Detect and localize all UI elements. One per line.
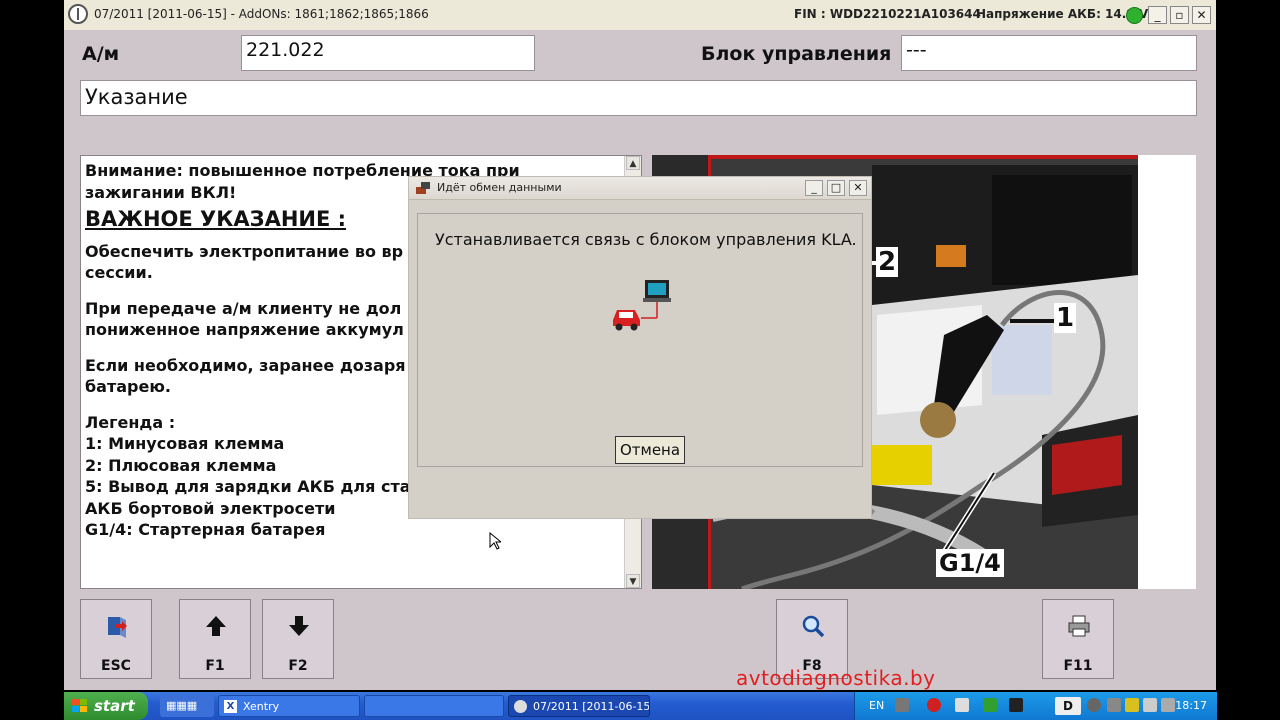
f1-up-button[interactable]: F1: [179, 599, 251, 679]
tablet-icon[interactable]: [955, 698, 969, 712]
vehicle-label: А/м: [82, 43, 120, 65]
start-button[interactable]: start: [64, 692, 148, 720]
paragraph-power-2: сессии.: [85, 263, 153, 282]
close-button[interactable]: ✕: [1192, 6, 1211, 24]
paragraph-handover-2: пониженное напряжение аккумул: [85, 320, 404, 339]
paragraph-charge-2: батарею.: [85, 377, 171, 396]
quick-launch-icon[interactable]: ▦▦▦: [160, 695, 214, 717]
battery-voltage: Напряжение АКБ: 14.9 V: [976, 7, 1149, 21]
fin-number: FIN : WDD2210221A103644: [794, 7, 981, 21]
ecu-field: ---: [901, 35, 1197, 71]
dialog-panel: Устанавливается связь с блоком управлени…: [417, 213, 863, 467]
paragraph-handover: При передаче а/м клиенту не дол: [85, 298, 402, 318]
windows-flag-icon: [72, 699, 87, 712]
taskbar-item-xentry[interactable]: X Xentry: [218, 695, 360, 717]
data-exchange-icon: [416, 182, 430, 194]
exit-door-icon: [108, 617, 127, 638]
system-tray: EN D 18:17: [854, 692, 1217, 720]
f11-print-button[interactable]: F11: [1042, 599, 1114, 679]
status-ok-icon: [1126, 7, 1143, 24]
callout-g1-4: G1/4: [936, 549, 1004, 577]
arrow-down-icon: [289, 616, 309, 636]
scroll-up-icon[interactable]: ▲: [626, 156, 640, 170]
start-label: start: [94, 697, 135, 715]
esc-button[interactable]: ESC: [80, 599, 152, 679]
ecu-label: Блок управления: [701, 43, 892, 65]
sync-icon[interactable]: [983, 698, 997, 712]
window-title: 07/2011 [2011-06-15] - AddONs: 1861;1862…: [94, 7, 429, 21]
window-titlebar: 07/2011 [2011-06-15] - AddONs: 1861;1862…: [64, 0, 1216, 31]
vehicle-field: 221.022: [241, 35, 535, 71]
watermark-text: avtodiagnostika.by: [736, 666, 936, 690]
battery-tray-icon[interactable]: [1161, 698, 1175, 712]
mouse-cursor-icon: [489, 532, 501, 550]
paragraph-power: Обеспечить электропитание во вр: [85, 241, 404, 261]
cancel-button[interactable]: Отмена: [615, 436, 685, 464]
taskbar: start ▦▦▦ X Xentry 07/2011 [2011-06-15..…: [64, 692, 1217, 720]
search-tray-icon[interactable]: [1087, 698, 1101, 712]
network-icon[interactable]: [895, 698, 909, 712]
taskbar-item-window[interactable]: 07/2011 [2011-06-15...: [508, 695, 650, 717]
dialog-message: Устанавливается связь с блоком управлени…: [435, 230, 857, 249]
volume-icon[interactable]: [1143, 698, 1157, 712]
scroll-down-icon[interactable]: ▼: [626, 574, 640, 588]
dialog-title: Идёт обмен данными: [437, 181, 562, 194]
callout-2: 2: [876, 247, 899, 277]
xentry-icon: X: [224, 700, 237, 713]
magnifier-icon: [802, 615, 825, 638]
clock: 18:17: [1175, 699, 1207, 712]
dialog-close-button[interactable]: ✕: [849, 180, 867, 196]
taskbar-item-empty[interactable]: [364, 695, 504, 717]
mercedes-logo-icon: [68, 4, 88, 24]
minimize-button[interactable]: _: [1148, 6, 1167, 24]
warning-tray-icon[interactable]: [1125, 698, 1139, 712]
mercedes-small-icon: [514, 700, 527, 713]
car-to-computer-icon: [613, 280, 671, 331]
drive-d-icon[interactable]: D: [1055, 697, 1081, 715]
section-title: Указание: [80, 80, 1197, 116]
language-indicator[interactable]: EN: [869, 699, 884, 712]
callout-1: 1: [1054, 303, 1077, 333]
speaker-icon[interactable]: [1107, 698, 1121, 712]
legend-item: G1/4: Стартерная батарея: [85, 520, 326, 539]
restore-button[interactable]: ▫: [1170, 6, 1189, 24]
dialog-titlebar: Идёт обмен данными _ □ ✕: [409, 177, 871, 200]
paragraph-charge: Если необходимо, заранее дозаря: [85, 355, 406, 375]
dialog-maximize-button[interactable]: □: [827, 180, 845, 196]
blocked-icon[interactable]: [927, 698, 941, 712]
printer-icon: [1068, 615, 1090, 637]
connection-dialog: Идёт обмен данными _ □ ✕ Устанавливается…: [408, 176, 872, 519]
printer-tray-icon[interactable]: [1009, 698, 1023, 712]
dialog-minimize-button[interactable]: _: [805, 180, 823, 196]
f2-down-button[interactable]: F2: [262, 599, 334, 679]
arrow-up-icon: [206, 616, 226, 636]
